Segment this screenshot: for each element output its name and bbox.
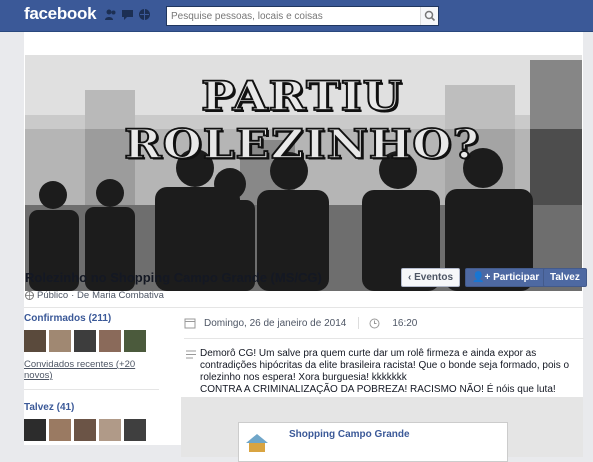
event-meta: Público · De Maria Combativa — [25, 290, 164, 301]
maybe-heading[interactable]: Talvez (41) — [24, 402, 159, 413]
add-person-icon: 👤+ — [472, 272, 494, 283]
events-button[interactable]: ‹ Eventos — [401, 268, 461, 287]
avatar[interactable] — [49, 419, 71, 441]
host-prefix: · De — [71, 290, 90, 301]
maybe-button-label: Talvez — [550, 272, 580, 283]
location-map[interactable]: Shopping Campo Grande — [181, 397, 583, 462]
avatar[interactable] — [124, 419, 146, 441]
globe-notifications-icon[interactable] — [138, 8, 151, 21]
event-time: 16:20 — [392, 317, 418, 329]
facebook-logo[interactable]: facebook — [24, 4, 97, 24]
place-name[interactable]: Shopping Campo Grande — [289, 429, 410, 440]
avatar[interactable] — [124, 330, 146, 352]
friend-requests-icon[interactable] — [104, 8, 117, 21]
clock-icon — [369, 318, 380, 328]
maybe-button[interactable]: Talvez — [543, 268, 587, 287]
recent-invited-link[interactable]: Convidados recentes (+20 novos) — [24, 359, 159, 381]
place-card[interactable]: Shopping Campo Grande — [238, 422, 508, 462]
event-description: Demorô CG! Um salve pra quem curte dar u… — [184, 348, 584, 396]
search-input[interactable] — [167, 7, 417, 25]
avatar[interactable] — [24, 330, 46, 352]
event-title: Rolezinho no Shopping Campo Grande (MS/C… — [25, 270, 322, 285]
date-time-row: Domingo, 26 de janeiro de 2014 16:20 — [184, 313, 584, 333]
search-bar — [166, 6, 439, 26]
avatar[interactable] — [49, 330, 71, 352]
sidebar: Confirmados (211) Convidados recentes (+… — [24, 313, 159, 441]
cover-photo[interactable]: PARTIU ROLEZINHO? — [25, 55, 582, 291]
join-button-label: Participar — [493, 272, 540, 283]
description-line: CONTRA A CRIMINALIZAÇÃO DA POBREZA! RACI… — [200, 384, 556, 395]
avatar[interactable] — [99, 419, 121, 441]
event-details: Domingo, 26 de janeiro de 2014 16:20 Dem… — [181, 313, 584, 462]
place-pin-icon — [246, 434, 268, 452]
event-page: PARTIU ROLEZINHO? Rolezinho no Shopping … — [24, 32, 587, 462]
messages-icon[interactable] — [121, 8, 134, 21]
sidebar-divider — [24, 389, 159, 390]
avatar[interactable] — [24, 419, 46, 441]
confirmed-avatars — [24, 330, 159, 352]
avatar[interactable] — [74, 419, 96, 441]
header-divider — [24, 307, 583, 308]
privacy-label: Público — [37, 290, 69, 301]
description-line: contradições hipócritas da elite brasile… — [200, 360, 570, 371]
description-line: Demorô CG! Um salve pra quem curte dar u… — [200, 348, 537, 359]
event-date: Domingo, 26 de janeiro de 2014 — [204, 317, 347, 329]
search-icon — [424, 10, 436, 22]
host-link[interactable]: Maria Combativa — [92, 290, 164, 301]
events-button-label: Eventos — [414, 272, 454, 283]
maybe-avatars — [24, 419, 159, 441]
cover-headline: PARTIU ROLEZINHO? — [123, 71, 480, 168]
date-time-separator — [358, 317, 360, 329]
confirmed-heading[interactable]: Confirmados (211) — [24, 313, 159, 324]
avatar[interactable] — [74, 330, 96, 352]
notification-icons — [104, 8, 151, 21]
join-button[interactable]: 👤+ Participar — [465, 268, 547, 287]
top-bar: facebook — [0, 0, 593, 32]
avatar[interactable] — [99, 330, 121, 352]
calendar-icon — [184, 318, 196, 329]
search-button[interactable] — [420, 7, 438, 25]
description-line: rolezinho nos espera! Xora burguesia! kk… — [200, 372, 407, 383]
public-globe-icon — [25, 291, 34, 300]
description-lines-icon — [186, 350, 196, 359]
details-divider — [184, 338, 584, 339]
